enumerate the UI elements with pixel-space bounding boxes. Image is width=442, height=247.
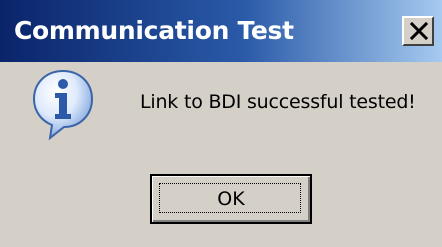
title-bar[interactable]: Communication Test xyxy=(0,0,442,62)
ok-button[interactable]: OK xyxy=(150,174,312,224)
window-title: Communication Test xyxy=(14,16,294,45)
info-icon xyxy=(32,69,94,141)
close-icon xyxy=(409,22,429,40)
dialog-message: Link to BDI successful tested! xyxy=(140,91,416,113)
message-dialog: Communication Test Link to BDI successfu… xyxy=(0,0,442,247)
close-button[interactable] xyxy=(402,16,434,46)
ok-button-label: OK xyxy=(217,188,245,210)
